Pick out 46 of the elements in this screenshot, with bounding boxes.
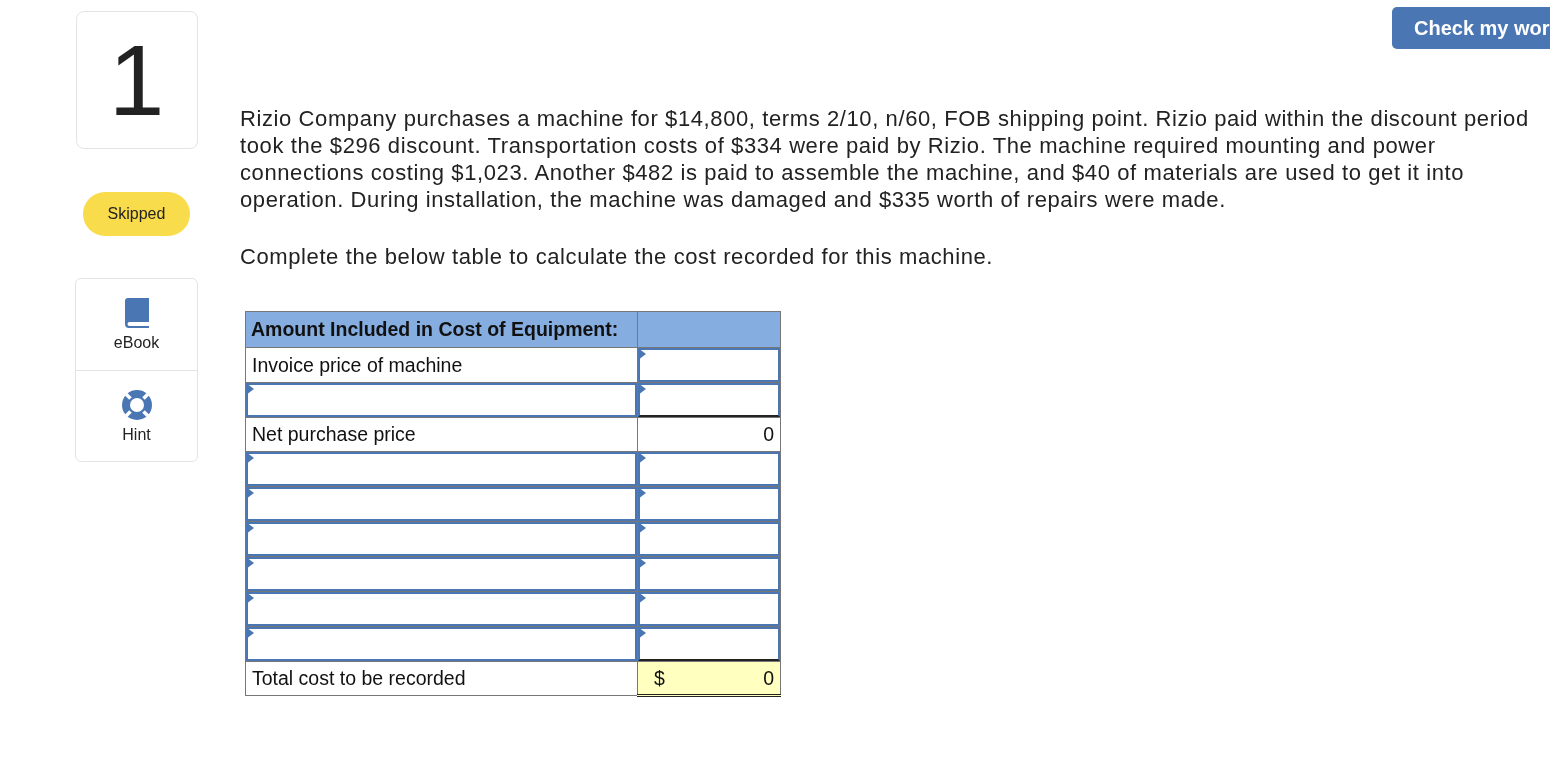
triangle-marker-icon (638, 557, 646, 569)
triangle-marker-icon (246, 557, 254, 569)
input-field[interactable] (638, 383, 780, 417)
row-label: Total cost to be recorded (245, 661, 638, 696)
triangle-marker-icon (246, 383, 254, 395)
row-label: Invoice price of machine (245, 347, 638, 383)
triangle-marker-icon (246, 627, 254, 639)
input-field[interactable] (246, 452, 637, 486)
triangle-marker-icon (638, 592, 646, 604)
input-field[interactable] (638, 557, 780, 591)
triangle-marker-icon (246, 487, 254, 499)
triangle-marker-icon (246, 592, 254, 604)
input-field[interactable] (638, 592, 780, 626)
input-field[interactable] (638, 627, 780, 661)
status-badge: Skipped (83, 192, 190, 236)
hint-button[interactable]: Hint (76, 370, 197, 461)
input-field[interactable] (638, 452, 780, 486)
book-icon (123, 298, 150, 328)
input-field[interactable] (246, 487, 637, 521)
input-field[interactable] (246, 522, 637, 556)
input-field[interactable] (638, 522, 780, 556)
triangle-marker-icon (638, 452, 646, 464)
input-field[interactable] (638, 348, 780, 382)
question-number: 1 (75, 11, 198, 149)
problem-text: Rizio Company purchases a machine for $14,800, terms 2/10, n/60, FOB shipping point. Rizio paid within the discount period took the $296 discount. Transportation costs of $334 were paid by Rizio. The machine required mounting and power connections costing $1,023. Another $482 is paid to assemble the machine, and $40 of materials are used to get it into operation. During installation, the machine was damaged and $335 worth of repairs were made. (240, 105, 1529, 213)
triangle-marker-icon (638, 487, 646, 499)
input-field[interactable] (246, 592, 637, 626)
triangle-marker-icon (246, 522, 254, 534)
input-field[interactable] (638, 487, 780, 521)
currency-sign: $ (654, 666, 665, 690)
triangle-marker-icon (638, 348, 646, 360)
total-value: 0 (763, 666, 774, 690)
column-header: Amount Included in Cost of Equipment: (245, 311, 638, 348)
instruction-text: Complete the below table to calculate the cost recorded for this machine. (240, 243, 994, 270)
check-my-work-button[interactable]: Check my wor (1392, 7, 1550, 49)
input-field[interactable] (246, 383, 637, 417)
triangle-marker-icon (638, 383, 646, 395)
input-field[interactable] (246, 557, 637, 591)
amount-value: 0 (637, 417, 781, 452)
triangle-marker-icon (246, 452, 254, 464)
row-label: Net purchase price (245, 417, 638, 452)
triangle-marker-icon (638, 627, 646, 639)
input-field[interactable] (246, 627, 637, 661)
triangle-marker-icon (638, 522, 646, 534)
ebook-button[interactable]: eBook (76, 279, 197, 370)
lifebuoy-icon (121, 390, 152, 420)
